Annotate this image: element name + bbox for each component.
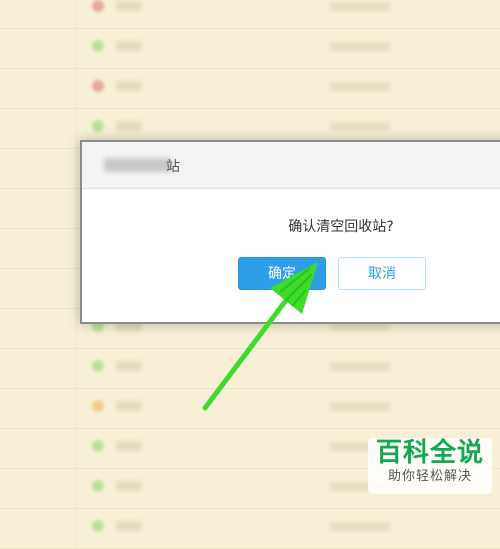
status-dot-icon: [92, 0, 104, 12]
status-dot-icon: [92, 360, 104, 372]
row-divider: [76, 0, 77, 28]
status-dot-icon: [92, 80, 104, 92]
watermark-subtitle: 助你轻松解决: [387, 469, 472, 484]
status-dot-icon: [92, 480, 104, 492]
row-divider: [76, 428, 77, 468]
row-divider: [76, 68, 77, 108]
blurred-date: [330, 82, 390, 91]
blurred-name: [116, 401, 142, 411]
blurred-name: [116, 81, 142, 91]
row-divider: [76, 28, 77, 68]
background-row: [0, 388, 500, 429]
background-row: [0, 508, 500, 549]
dialog-header: 站: [82, 142, 500, 189]
row-divider: [76, 108, 77, 148]
row-divider: [76, 188, 77, 228]
blurred-date: [330, 2, 390, 11]
blurred-date: [330, 402, 390, 411]
cancel-button[interactable]: 取消: [338, 257, 426, 290]
row-divider: [76, 268, 77, 308]
watermark-logo: 百科全说 助你轻松解决: [368, 438, 492, 494]
background-row: [0, 348, 500, 389]
blurred-name: [116, 441, 142, 451]
status-dot-icon: [92, 400, 104, 412]
blurred-name: [116, 361, 142, 371]
blurred-date: [330, 522, 390, 531]
blurred-date: [330, 42, 390, 51]
dialog-title-blurred: [104, 158, 172, 172]
row-divider: [76, 148, 77, 188]
status-dot-icon: [92, 120, 104, 132]
blurred-name: [116, 121, 142, 131]
status-dot-icon: [92, 40, 104, 52]
blurred-name: [116, 41, 142, 51]
confirm-button[interactable]: 确定: [238, 257, 326, 290]
status-dot-icon: [92, 440, 104, 452]
background-row: [0, 0, 500, 29]
dialog-message: 确认清空回收站?: [288, 219, 394, 235]
background-row: [0, 28, 500, 69]
row-divider: [76, 348, 77, 388]
row-divider: [76, 228, 77, 268]
row-divider: [76, 468, 77, 508]
row-divider: [76, 508, 77, 548]
blurred-name: [116, 481, 142, 491]
dialog-title: 站: [166, 159, 180, 175]
row-divider: [76, 308, 77, 348]
blurred-name: [116, 1, 142, 11]
blurred-name: [116, 521, 142, 531]
watermark-title: 百科全说: [375, 438, 484, 468]
blurred-date: [330, 362, 390, 371]
confirm-dialog: 站 确认清空回收站? 确定 取消: [80, 140, 500, 324]
background-row: [0, 68, 500, 109]
row-divider: [76, 388, 77, 428]
status-dot-icon: [92, 520, 104, 532]
blurred-date: [330, 122, 390, 131]
